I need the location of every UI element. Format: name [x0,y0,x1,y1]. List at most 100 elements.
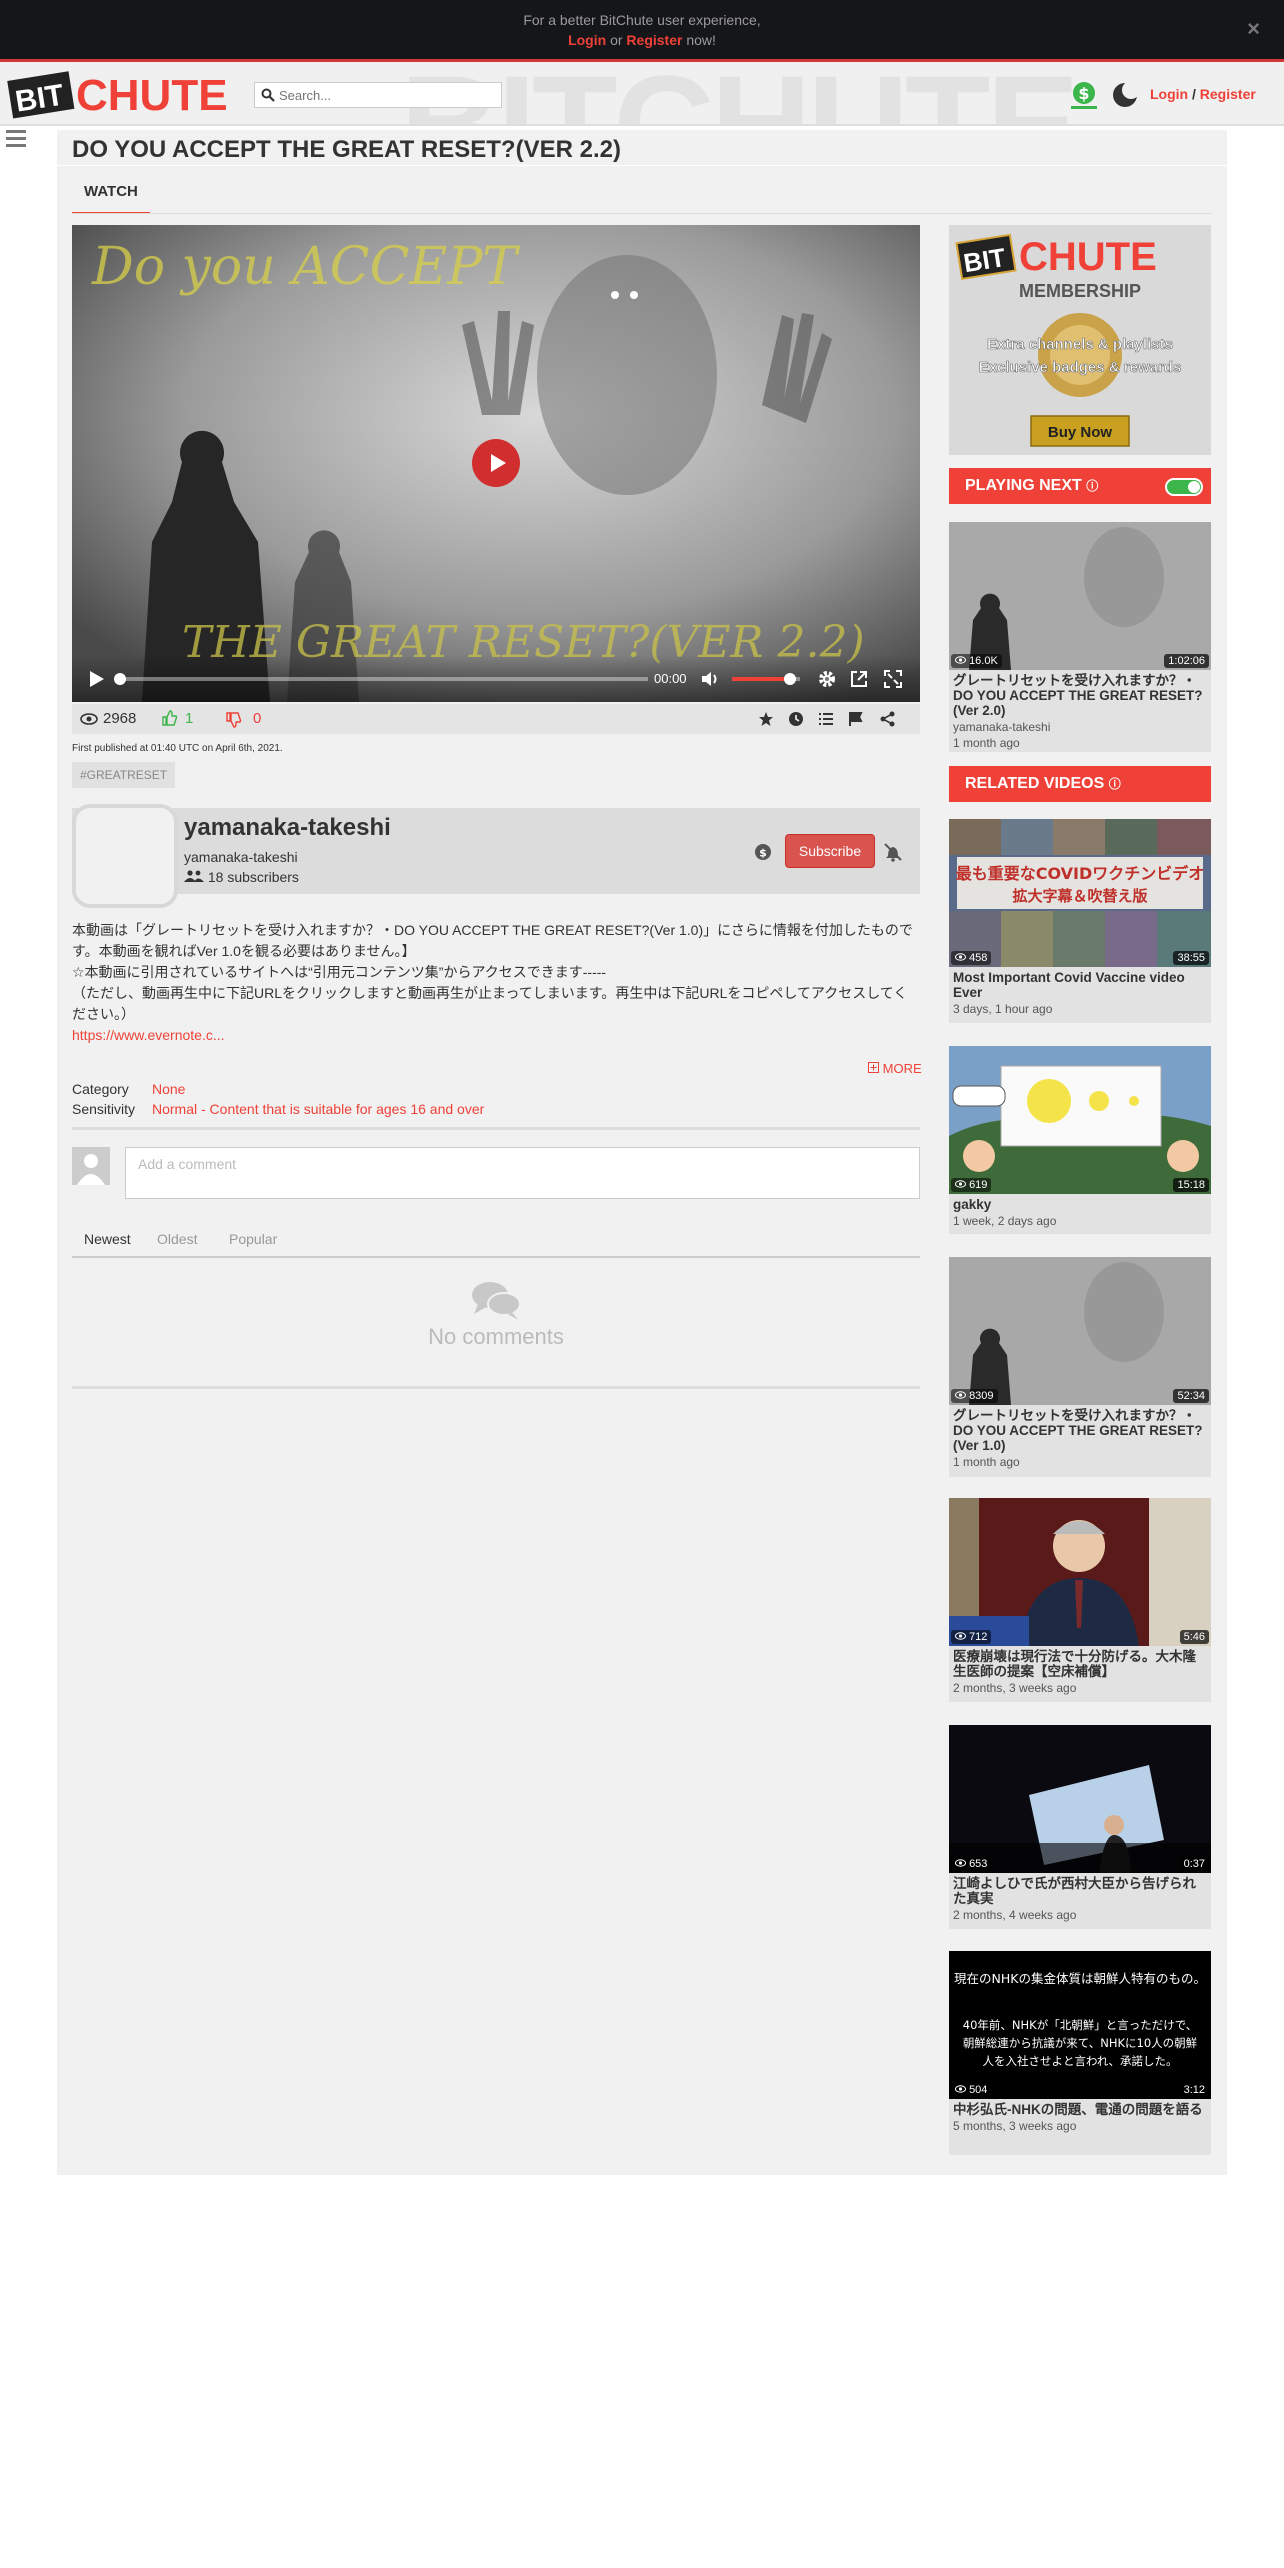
related-video-age: 2 months, 3 weeks ago [953,1681,1077,1695]
users-icon [184,870,204,882]
related-video-title[interactable]: 医療崩壊は現行法で十分防げる。大木隆生医師の提案【空床補償】 [949,1646,1211,1679]
related-video-thumbnail[interactable]: 653 0:37 [949,1725,1211,1873]
tab-watch[interactable]: WATCH [72,176,150,214]
related-video-title[interactable]: 中杉弘氏-NHKの問題、電通の問題を語る [949,2099,1211,2117]
related-video-title[interactable]: グレートリセットを受け入れますか？・DO YOU ACCEPT THE GREA… [949,1405,1211,1453]
related-video-thumbnail[interactable]: 最も重要なCOVIDワクチンビデオ 拡大字幕＆吹替え版 458 38:55 [949,819,1211,967]
membership-ad-image: BIT CHUTE MEMBERSHIP Extra channels & pl… [955,233,1182,447]
channel-avatar[interactable] [72,804,178,908]
header-register-link[interactable]: Register [1200,86,1256,102]
play-icon[interactable] [90,671,104,687]
popout-icon[interactable] [850,670,868,688]
svg-text:現在のNHKの集金体質は朝鮮人特有のもの。: 現在のNHKの集金体質は朝鮮人特有のもの。 [954,1971,1206,1986]
related-video-views: 619 [951,1178,992,1192]
subscribe-button[interactable]: Subscribe [785,834,875,868]
next-video-thumbnail[interactable]: 16.0K 1:02:06 [949,522,1211,670]
related-video-duration: 5:46 [1179,1630,1209,1644]
comment-input[interactable]: Add a comment [125,1147,920,1199]
favorite-star-icon[interactable] [758,711,774,727]
publish-date: First published at 01:40 UTC on April 6t… [72,743,283,754]
related-video-thumbnail[interactable]: 619 15:18 [949,1046,1211,1194]
related-video-thumbnail[interactable]: 現在のNHKの集金体質は朝鮮人特有のもの。 40年前、NHKが「北朝鮮」と言った… [949,1951,1211,2099]
help-circle-icon[interactable]: ⓘ [1109,777,1121,791]
logo-bit-text: BIT [13,79,66,119]
bitchute-logo[interactable]: BIT CHUTE [6,68,246,120]
membership-ad[interactable]: BIT CHUTE MEMBERSHIP Extra channels & pl… [949,225,1211,455]
related-video-title[interactable]: gakky [949,1194,1211,1212]
flag-icon[interactable] [848,711,864,727]
related-video-card[interactable]: 712 5:46 医療崩壊は現行法で十分防げる。大木隆生医師の提案【空床補償】 … [949,1498,1211,1702]
show-more-label: MORE [882,1061,922,1076]
related-video-card[interactable]: 現在のNHKの集金体質は朝鮮人特有のもの。 40年前、NHKが「北朝鮮」と言った… [949,1951,1211,2155]
playlist-icon[interactable] [818,711,834,727]
volume-slider[interactable] [732,673,800,685]
related-video-title[interactable]: Most Important Covid Vaccine video Ever [949,967,1211,1000]
help-circle-icon[interactable]: ⓘ [1086,479,1098,493]
donate-dollar-icon[interactable]: $ [1069,80,1099,110]
related-video-card[interactable]: 653 0:37 江崎よしひで氏が西村大臣から告げられた真実 2 months,… [949,1725,1211,1929]
related-video-card[interactable]: 619 15:18 gakky 1 week, 2 days ago [949,1046,1211,1234]
playing-next-label: PLAYING NEXT [965,477,1082,494]
description-line-3: （ただし、動画再生中に下記URLをクリックしますと動画再生が止まってしまいます。… [72,985,908,1022]
notification-bell-off-icon[interactable] [883,842,903,862]
eye-icon [955,656,966,664]
svg-text:朝鮮総連から抗議が来て、NHKに10人の朝鮮: 朝鮮総連から抗議が来て、NHKに10人の朝鮮 [963,2036,1198,2050]
next-video-thumbnail-image [949,522,1211,670]
tip-dollar-icon[interactable]: $ [754,843,772,861]
related-thumbnail-image: 最も重要なCOVIDワクチンビデオ 拡大字幕＆吹替え版 [949,819,1211,967]
next-video-channel[interactable]: yamanaka-takeshi [949,718,1211,734]
sensitivity-value[interactable]: Normal - Content that is suitable for ag… [152,1101,484,1117]
watch-later-clock-icon[interactable] [788,711,804,727]
next-video-age: 1 month ago [953,736,1020,750]
related-video-age: 3 days, 1 hour ago [953,1002,1053,1016]
eye-icon [955,953,966,961]
tab-divider [72,213,1212,214]
ad-buy-now-button: Buy Now [1048,424,1113,441]
dark-mode-moon-icon[interactable] [1111,81,1139,109]
banner-register-link[interactable]: Register [626,32,682,48]
svg-text:人を入社させよと言われ、承諾した。: 人を入社させよと言われ、承諾した。 [982,2054,1177,2068]
video-player[interactable]: Do you ACCEPT THE GREAT RESET?(VER 2.2) … [72,225,920,702]
playing-next-card[interactable]: 16.0K 1:02:06 グレートリセットを受け入れますか？・DO YOU A… [949,522,1211,752]
related-video-age: 1 month ago [953,1455,1020,1469]
show-more-button[interactable]: MORE [868,1061,922,1076]
volume-icon[interactable] [702,671,720,687]
plus-square-icon [868,1062,879,1073]
ad-line-2: Exclusive badges & rewards [979,359,1182,376]
close-banner-button[interactable]: × [1247,16,1260,42]
related-video-thumbnail[interactable]: 712 5:46 [949,1498,1211,1646]
related-thumbnail-image: 現在のNHKの集金体質は朝鮮人特有のもの。 40年前、NHKが「北朝鮮」と言った… [949,1951,1211,2099]
channel-name[interactable]: yamanaka-takeshi [184,814,391,842]
description-link[interactable]: https://www.evernote.c... [72,1027,225,1043]
category-value[interactable]: None [152,1081,185,1097]
comments-tab-popular[interactable]: Popular [217,1228,289,1258]
related-video-age: 1 week, 2 days ago [953,1214,1057,1228]
related-video-thumbnail[interactable]: 8309 52:34 [949,1257,1211,1405]
channel-handle[interactable]: yamanaka-takeshi [184,849,298,865]
autoplay-toggle[interactable] [1165,478,1203,496]
share-icon[interactable] [880,711,896,727]
related-video-title[interactable]: 江崎よしひで氏が西村大臣から告げられた真実 [949,1873,1211,1906]
ad-chute-text: CHUTE [1019,235,1157,279]
hamburger-menu-icon[interactable] [6,130,26,151]
banner-login-link[interactable]: Login [568,32,606,48]
big-play-button[interactable] [472,439,520,487]
next-video-title[interactable]: グレートリセットを受け入れますか？・DO YOU ACCEPT THE GREA… [949,670,1211,718]
fullscreen-icon[interactable] [884,670,902,688]
related-video-views: 504 [951,2083,992,2097]
related-video-duration: 38:55 [1173,951,1209,965]
search-box[interactable] [254,82,502,108]
search-input[interactable] [279,87,489,103]
seek-bar[interactable] [114,673,648,685]
header-login-link[interactable]: Login [1150,86,1188,102]
related-video-duration: 15:18 [1173,1178,1209,1192]
video-title: DO YOU ACCEPT THE GREAT RESET?(VER 2.2) [72,136,621,163]
comments-tab-newest[interactable]: Newest [72,1228,143,1258]
comments-tab-oldest[interactable]: Oldest [145,1228,209,1258]
hashtag-greatreset[interactable]: #GREATRESET [72,762,176,788]
related-video-card[interactable]: 8309 52:34 グレートリセットを受け入れますか？・DO YOU ACCE… [949,1257,1211,1477]
settings-gear-icon[interactable] [818,670,836,688]
related-video-card[interactable]: 最も重要なCOVIDワクチンビデオ 拡大字幕＆吹替え版 458 38:55 Mo… [949,819,1211,1023]
thumbs-up-icon[interactable] [162,710,178,726]
thumbs-down-icon[interactable] [226,712,242,728]
